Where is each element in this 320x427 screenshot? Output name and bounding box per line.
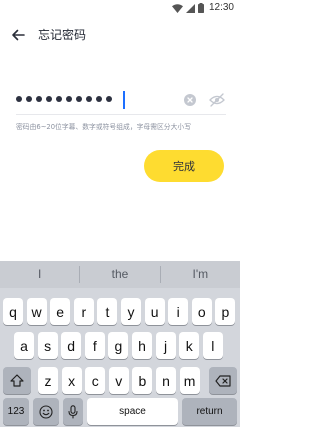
status-icons: 12:30 bbox=[171, 2, 234, 14]
key-o[interactable]: o bbox=[191, 298, 212, 325]
keyboard: I the I'm 123 space return qwertyuiop asd… bbox=[0, 261, 240, 427]
key-k[interactable]: k bbox=[179, 332, 200, 359]
key-b[interactable]: b bbox=[132, 367, 153, 394]
key-m[interactable]: m bbox=[179, 367, 200, 394]
suggestion-bar: I the I'm bbox=[0, 261, 240, 288]
shift-icon bbox=[10, 374, 24, 387]
password-dot bbox=[76, 96, 82, 102]
password-hint: 密码由6~20位字幕、数字或符号组成，字母需区分大小写 bbox=[16, 123, 191, 131]
key-f[interactable]: f bbox=[84, 332, 105, 359]
key-a[interactable]: a bbox=[14, 332, 34, 359]
password-dot bbox=[66, 96, 72, 102]
numbers-key[interactable]: 123 bbox=[3, 398, 29, 425]
return-key[interactable]: return bbox=[182, 398, 237, 425]
key-q[interactable]: q bbox=[3, 298, 23, 325]
key-d[interactable]: d bbox=[61, 332, 82, 359]
key-t[interactable]: t bbox=[97, 298, 118, 325]
suggestion-item[interactable]: I bbox=[0, 261, 79, 288]
arrow-left-icon[interactable] bbox=[10, 27, 26, 43]
password-dot bbox=[36, 96, 42, 102]
key-x[interactable]: x bbox=[61, 367, 82, 394]
shift-key[interactable] bbox=[3, 367, 31, 394]
text-cursor bbox=[123, 91, 125, 109]
emoji-icon bbox=[39, 404, 53, 419]
key-z[interactable]: z bbox=[38, 367, 58, 394]
password-field[interactable] bbox=[16, 90, 226, 112]
key-u[interactable]: u bbox=[144, 298, 165, 325]
key-y[interactable]: y bbox=[121, 298, 141, 325]
key-e[interactable]: e bbox=[50, 298, 71, 325]
key-r[interactable]: r bbox=[73, 298, 94, 325]
backspace-icon bbox=[215, 374, 231, 387]
key-l[interactable]: l bbox=[202, 332, 223, 359]
key-s[interactable]: s bbox=[37, 332, 58, 359]
status-bar: 12:30 bbox=[0, 0, 240, 16]
password-dot bbox=[86, 96, 92, 102]
key-c[interactable]: c bbox=[85, 367, 106, 394]
password-dot bbox=[16, 96, 22, 102]
password-dot bbox=[56, 96, 62, 102]
key-w[interactable]: w bbox=[26, 298, 47, 325]
key-n[interactable]: n bbox=[156, 367, 176, 394]
password-dot bbox=[46, 96, 52, 102]
done-button[interactable]: 完成 bbox=[144, 150, 224, 182]
microphone-key[interactable] bbox=[63, 398, 83, 425]
backspace-key[interactable] bbox=[209, 367, 237, 394]
key-i[interactable]: i bbox=[168, 298, 189, 325]
status-time: 12:30 bbox=[208, 2, 234, 13]
page-title: 忘记密码 bbox=[38, 28, 87, 42]
signal-icon bbox=[185, 3, 195, 13]
password-mask bbox=[16, 96, 112, 102]
header: 忘记密码 bbox=[0, 18, 240, 52]
emoji-key[interactable] bbox=[33, 398, 59, 425]
password-dot bbox=[26, 96, 32, 102]
key-p[interactable]: p bbox=[215, 298, 236, 325]
wifi-icon bbox=[171, 3, 183, 13]
password-dot bbox=[96, 96, 102, 102]
space-key[interactable]: space bbox=[87, 398, 178, 425]
eye-hidden-icon[interactable] bbox=[209, 93, 225, 107]
key-h[interactable]: h bbox=[132, 332, 152, 359]
battery-icon bbox=[197, 3, 204, 13]
suggestion-item[interactable]: I'm bbox=[161, 261, 240, 288]
key-g[interactable]: g bbox=[108, 332, 129, 359]
suggestion-item[interactable]: the bbox=[80, 261, 159, 288]
microphone-icon bbox=[68, 404, 78, 419]
password-dot bbox=[106, 96, 112, 102]
key-j[interactable]: j bbox=[155, 332, 176, 359]
clear-circle-icon[interactable] bbox=[184, 94, 196, 106]
field-underline bbox=[16, 114, 226, 115]
key-v[interactable]: v bbox=[108, 367, 129, 394]
